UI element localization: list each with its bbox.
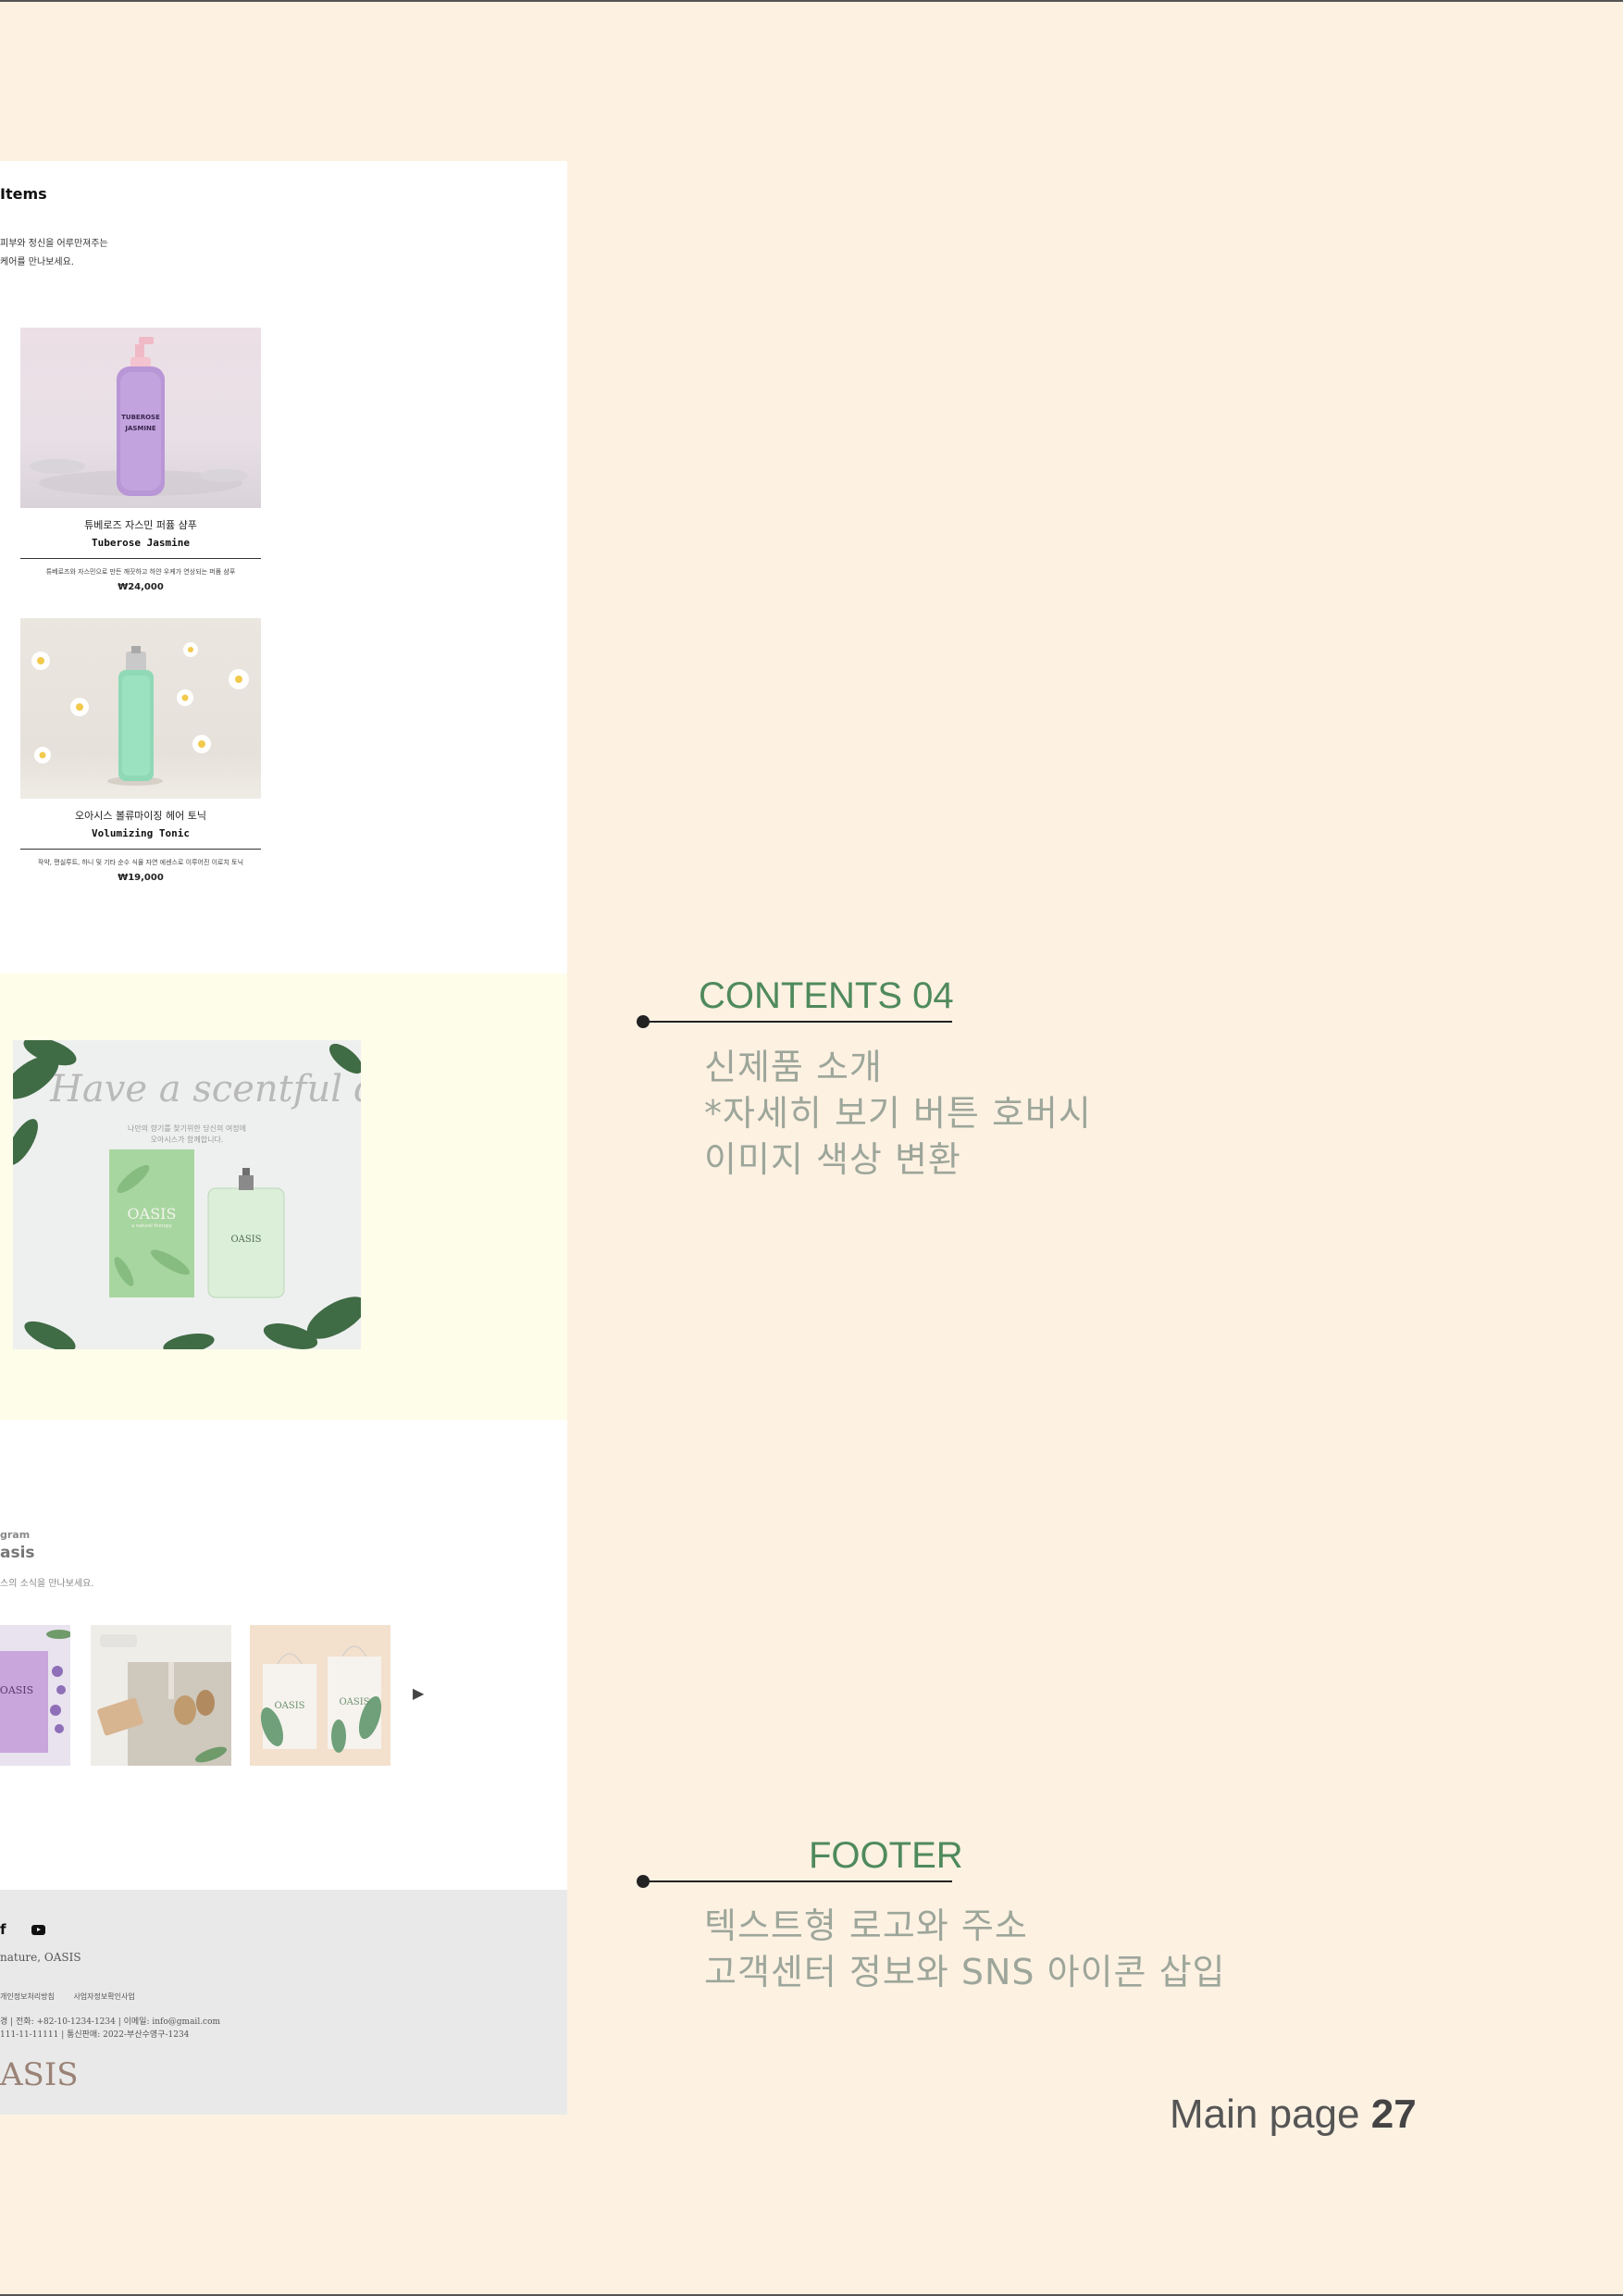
footer-info-line2: 111-11-11111 | 통신판매: 2022-부산수영구-1234 [0,2030,190,2040]
product-name-en: Volumizing Tonic [92,827,190,839]
business-info-link[interactable]: 사업자정보확인사업 [73,1992,134,2001]
shopping-bags-illustration: OASIS OASIS [260,1645,382,1753]
tonic-image[interactable] [20,618,261,799]
bag-brand-1: OASIS [274,1701,304,1711]
instagram-thumb-3[interactable]: OASIS OASIS [250,1625,390,1766]
promo-sub-line2: 오아시스가 함께합니다. [150,1136,224,1144]
bottle-label-line2: JASMINE [124,425,155,432]
page-number: 27 [1370,2091,1417,2137]
instagram-heading: asis [0,1544,35,1562]
footer-info-line1: 경 | 전화: +82-10-1234-1234 | 이메일: info@gma… [0,2017,221,2027]
product-blurb: 작약, 편실루트, 하니 및 기타 순수 식물 자연 에센스로 이루어진 이로치… [37,859,244,866]
shampoo-image[interactable]: TUBEROSE JASMINE [20,328,261,508]
promo-sub-line1: 나만의 향기를 찾기위한 당신의 여정에 [128,1124,246,1133]
product-name-ko: 튜베로즈 자스민 퍼퓸 샴푸 [84,519,197,531]
bag-brand-2: OASIS [339,1697,369,1707]
items-section: Items 피부와 정신을 어루만져주는 케어를 만나보세요. TUBEROSE… [0,161,567,974]
footer-title: FOOTER [809,1835,963,1876]
box-brand-sub: a natural therapy [131,1223,172,1229]
footer-line1: 텍스트형 로고와 주소 [704,1905,1028,1946]
youtube-icon[interactable] [31,1925,45,1935]
product-name-ko: 오아시스 볼류마이징 헤어 토닉 [74,810,207,822]
product-price: ₩19,000 [118,873,164,883]
callout-line [642,1021,952,1023]
footer-line2: 고객센터 정보와 SNS 아이콘 삽입 [704,1952,1226,1992]
shampoo-bottle-illustration: TUBEROSE JASMINE [30,337,248,496]
divider [20,558,261,559]
items-desc-line2: 케어를 만나보세요. [0,257,74,267]
footer-brand-line: nature, OASIS [0,1951,81,1964]
lavender-product-illustration: OASIS [0,1630,70,1753]
footer-logo: ASIS [0,2056,79,2093]
instagram-kicker: gram [0,1529,31,1541]
promo-subtext: 나만의 향기를 찾기위한 당신의 여정에 오아시스가 함께합니다. [13,1123,361,1146]
contents04-body: 신제품 소개 *자세히 보기 버튼 호버시 이미지 색상 변환 [704,1044,1092,1183]
instagram-description: 스의 소식을 만나보세요. [0,1579,94,1589]
product-blurb: 튜베로즈와 자스민으로 만든 깨끗하고 하얀 우케가 연상되는 퍼퓸 샴푸 [45,568,236,576]
instagram-thumb-2[interactable] [91,1625,231,1766]
divider [20,849,261,850]
instagram-thumb-1[interactable]: OASIS [0,1625,70,1766]
footer-body: 텍스트형 로고와 주소 고객센터 정보와 SNS 아이콘 삽입 [704,1903,1226,1995]
product-price: ₩24,000 [118,582,164,592]
footer-section: f nature, OASIS 개인정보처리방침 사업자정보확인사업 경 | 전… [0,1890,567,2115]
contents04-line3: 이미지 색상 변환 [704,1139,961,1180]
facebook-icon[interactable]: f [0,1921,6,1938]
box-brand-logo: OASIS [127,1205,177,1222]
product-card-tonic[interactable]: 오아시스 볼류마이징 헤어 토닉 Volumizing Tonic 작약, 편실… [20,618,261,883]
tonic-bottle-illustration [31,642,249,786]
thumb-brand: OASIS [0,1684,33,1696]
bath-tools-illustration [97,1634,231,1766]
contents04-title: CONTENTS 04 [699,975,954,1016]
items-title: Items [0,185,47,203]
page-number-label: Main page 27 [1170,2091,1417,2138]
instagram-section: gram asis 스의 소식을 만나보세요. OASIS OASIS OASI… [0,1420,567,1890]
contents04-line1: 신제품 소개 [704,1047,883,1087]
new-product-banner[interactable]: Have a scentful day 나만의 향기를 찾기위한 당신의 여정에… [13,1040,361,1349]
carousel-next-icon[interactable]: ▶ [413,1684,424,1702]
callout-line [642,1880,952,1882]
bottle-label-line1: TUBEROSE [121,414,160,421]
privacy-policy-link[interactable]: 개인정보처리방침 [0,1992,55,2001]
page-label-prefix: Main page [1170,2091,1360,2137]
new-product-section: Have a scentful day 나만의 향기를 찾기위한 당신의 여정에… [0,974,567,1420]
bottle-brand-logo: OASIS [230,1235,262,1245]
promo-script-text: Have a scentful day [50,1068,361,1111]
items-desc-line1: 피부와 정신을 어루만져주는 [0,239,108,249]
footer-info: 경 | 전화: +82-10-1234-1234 | 이메일: info@gma… [0,2016,220,2042]
product-name-en: Tuberose Jasmine [92,537,190,549]
footer-links: 개인정보처리방침 사업자정보확인사업 [0,1992,152,2002]
contents04-line2: *자세히 보기 버튼 호버시 [704,1093,1092,1134]
website-mockup: Items 피부와 정신을 어루만져주는 케어를 만나보세요. TUBEROSE… [0,161,567,2115]
product-card-shampoo[interactable]: TUBEROSE JASMINE 튜베로즈 자스민 퍼퓸 샴푸 Tuberose… [20,328,261,592]
items-description: 피부와 정신을 어루만져주는 케어를 만나보세요. [0,235,108,272]
